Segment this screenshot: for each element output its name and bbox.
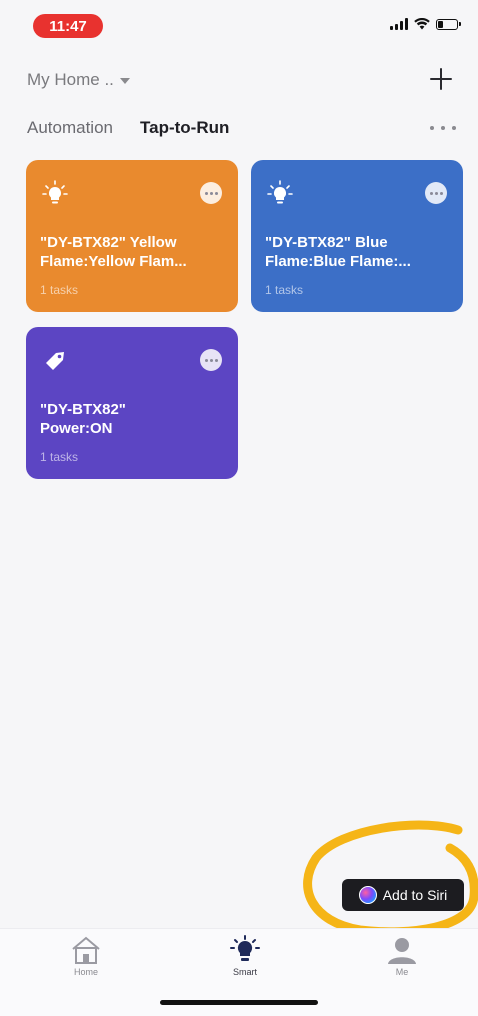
- card-more-button[interactable]: [200, 349, 222, 371]
- battery-level: [438, 20, 443, 28]
- add-button[interactable]: [426, 64, 456, 94]
- card-title: "DY-BTX82" Yellow Flame:Yellow Flam...: [40, 234, 187, 270]
- lightbulb-icon: [267, 180, 293, 204]
- card-title: "DY-BTX82" Blue Flame:Blue Flame:...: [265, 234, 411, 270]
- chevron-down-icon: [119, 78, 130, 84]
- tag-icon: [46, 352, 64, 370]
- cellular-signal-icon: [390, 18, 408, 30]
- card-tasks: 1 tasks: [265, 283, 304, 297]
- card-more-button[interactable]: [425, 182, 447, 204]
- siri-icon: [358, 886, 377, 904]
- scene-card[interactable]: "DY-BTX82" Power:ON 1 tasks: [26, 327, 238, 479]
- tab-automation[interactable]: Automation: [27, 118, 113, 138]
- tabbar-label-me: Me: [395, 967, 409, 977]
- add-to-siri-button[interactable]: Add to Siri: [342, 879, 464, 911]
- ellipsis-dot: [430, 126, 434, 130]
- tab-tap-to-run[interactable]: Tap-to-Run: [140, 118, 229, 138]
- ellipsis-dot: [452, 126, 456, 130]
- home-name: My Home ..: [27, 70, 114, 89]
- battery-icon: [436, 18, 461, 30]
- card-title: "DY-BTX82" Power:ON: [40, 401, 126, 437]
- scene-card[interactable]: "DY-BTX82" Blue Flame:Blue Flame:... 1 t…: [251, 160, 463, 312]
- status-bar: 11:47: [0, 0, 478, 44]
- smart-bulb-icon: [230, 935, 260, 961]
- home-selector[interactable]: My Home ..: [27, 70, 130, 90]
- highlight-annotation: [303, 820, 478, 937]
- more-button[interactable]: [430, 120, 456, 136]
- home-icon: [72, 936, 100, 964]
- tab-bar-top: Automation Tap-to-Run: [27, 118, 229, 138]
- tabbar-item-me[interactable]: Me: [367, 935, 437, 977]
- status-icons: [390, 18, 461, 30]
- tabbar-label-home: Home: [73, 967, 98, 977]
- tabbar-item-smart[interactable]: Smart: [210, 935, 280, 977]
- status-time: 11:47: [33, 14, 103, 38]
- wifi-icon: [414, 18, 430, 30]
- card-tasks: 1 tasks: [40, 283, 79, 297]
- scene-card[interactable]: "DY-BTX82" Yellow Flame:Yellow Flam... 1…: [26, 160, 238, 312]
- add-to-siri-label: Add to Siri: [382, 887, 448, 903]
- plus-icon: [430, 68, 452, 90]
- card-tasks: 1 tasks: [40, 450, 79, 464]
- person-icon: [388, 938, 416, 964]
- card-more-button[interactable]: [200, 182, 222, 204]
- lightbulb-icon: [42, 180, 68, 204]
- tabbar-item-home[interactable]: Home: [51, 935, 121, 977]
- ellipsis-dot: [441, 126, 445, 130]
- home-indicator: [160, 1000, 318, 1005]
- tabbar-label-smart: Smart: [232, 967, 257, 977]
